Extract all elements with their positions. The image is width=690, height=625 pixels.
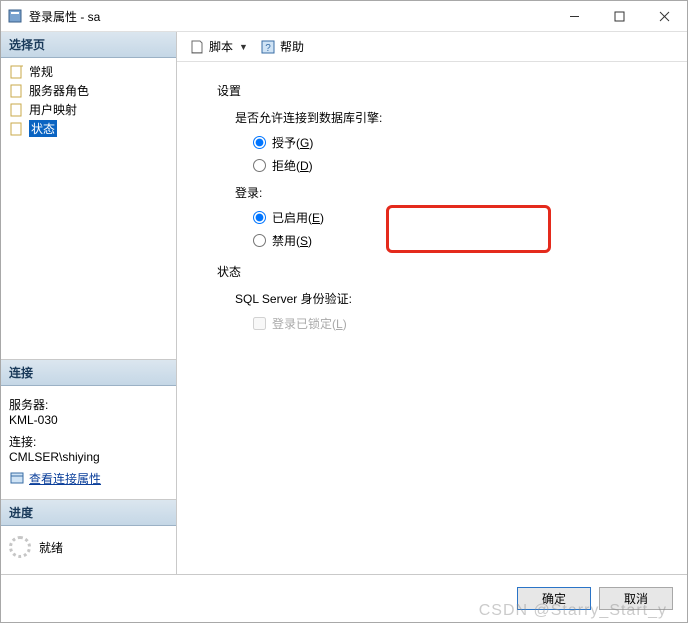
toolbar: 脚本 ▼ ? 帮助 — [177, 32, 687, 62]
enabled-radio-row[interactable]: 已启用(E) — [253, 209, 675, 226]
page-icon — [9, 83, 25, 99]
deny-radio[interactable] — [253, 159, 266, 172]
app-icon — [7, 8, 23, 24]
enabled-radio[interactable] — [253, 211, 266, 224]
deny-label: 拒绝(D) — [272, 157, 313, 174]
window-controls — [552, 1, 687, 31]
page-icon — [9, 64, 25, 80]
nav-item-server-roles[interactable]: 服务器角色 — [5, 81, 172, 100]
nav-label: 服务器角色 — [29, 82, 89, 99]
disabled-radio-row[interactable]: 禁用(S) — [253, 232, 675, 249]
svg-text:?: ? — [265, 43, 271, 54]
view-conn-props-link[interactable]: 查看连接属性 — [9, 470, 101, 487]
ok-button[interactable]: 确定 — [517, 587, 591, 610]
nav-label: 常规 — [29, 63, 53, 80]
connection-panel: 连接 服务器: KML-030 连接: CMLSER\shiying 查看连接属… — [1, 359, 176, 500]
progress-spinner-icon — [9, 536, 31, 558]
page-icon — [9, 121, 25, 137]
dialog-footer: 确定 取消 CSDN @Starry_Start_y — [1, 574, 687, 622]
grant-label: 授予(G) — [272, 134, 313, 151]
title-bar: 登录属性 - sa — [1, 1, 687, 31]
connection-header: 连接 — [1, 360, 176, 386]
close-button[interactable] — [642, 1, 687, 31]
nav-label: 用户映射 — [29, 101, 77, 118]
grant-radio[interactable] — [253, 136, 266, 149]
window-title: 登录属性 - sa — [29, 8, 552, 25]
progress-text: 就绪 — [39, 539, 63, 556]
status-title: 状态 — [217, 263, 675, 280]
maximize-button[interactable] — [597, 1, 642, 31]
left-pane: 选择页 常规 服务器角色 用户映射 状态 — [1, 32, 177, 574]
help-icon: ? — [260, 39, 276, 55]
disabled-radio[interactable] — [253, 234, 266, 247]
cancel-button[interactable]: 取消 — [599, 587, 673, 610]
content-area: 设置 是否允许连接到数据库引擎: 授予(G) 拒绝(D) 登录: 已启用(E) — [177, 62, 687, 574]
nav-label: 状态 — [29, 120, 57, 137]
enabled-label: 已启用(E) — [272, 209, 324, 226]
auth-label: SQL Server 身份验证: — [235, 290, 675, 307]
view-conn-props-label: 查看连接属性 — [29, 470, 101, 487]
nav-item-status[interactable]: 状态 — [5, 119, 172, 138]
properties-icon — [9, 470, 25, 486]
nav-item-user-mapping[interactable]: 用户映射 — [5, 100, 172, 119]
conn-value: CMLSER\shiying — [9, 450, 168, 464]
deny-radio-row[interactable]: 拒绝(D) — [253, 157, 675, 174]
locked-checkbox-row: 登录已锁定(L) — [253, 315, 675, 332]
progress-header: 进度 — [1, 500, 176, 526]
allow-connect-label: 是否允许连接到数据库引擎: — [235, 109, 675, 126]
server-value: KML-030 — [9, 413, 168, 427]
conn-label: 连接: — [9, 433, 168, 450]
help-button[interactable]: ? 帮助 — [256, 36, 308, 57]
nav-item-general[interactable]: 常规 — [5, 62, 172, 81]
settings-title: 设置 — [217, 82, 675, 99]
dialog-window: 登录属性 - sa 选择页 常规 服务器角色 用户映射 — [0, 0, 688, 623]
chevron-down-icon: ▼ — [239, 42, 248, 52]
select-page-header: 选择页 — [1, 32, 176, 58]
script-icon — [189, 39, 205, 55]
help-label: 帮助 — [280, 38, 304, 55]
disabled-label: 禁用(S) — [272, 232, 312, 249]
locked-checkbox — [253, 317, 266, 330]
login-label: 登录: — [235, 184, 675, 201]
right-pane: 脚本 ▼ ? 帮助 设置 是否允许连接到数据库引擎: 授予(G) 拒绝(D) — [177, 32, 687, 574]
locked-label: 登录已锁定(L) — [272, 315, 347, 332]
minimize-button[interactable] — [552, 1, 597, 31]
page-nav: 常规 服务器角色 用户映射 状态 — [1, 58, 176, 142]
grant-radio-row[interactable]: 授予(G) — [253, 134, 675, 151]
script-button[interactable]: 脚本 ▼ — [185, 36, 252, 57]
page-icon — [9, 102, 25, 118]
script-label: 脚本 — [209, 38, 233, 55]
server-label: 服务器: — [9, 396, 168, 413]
progress-panel: 进度 就绪 — [1, 499, 176, 574]
